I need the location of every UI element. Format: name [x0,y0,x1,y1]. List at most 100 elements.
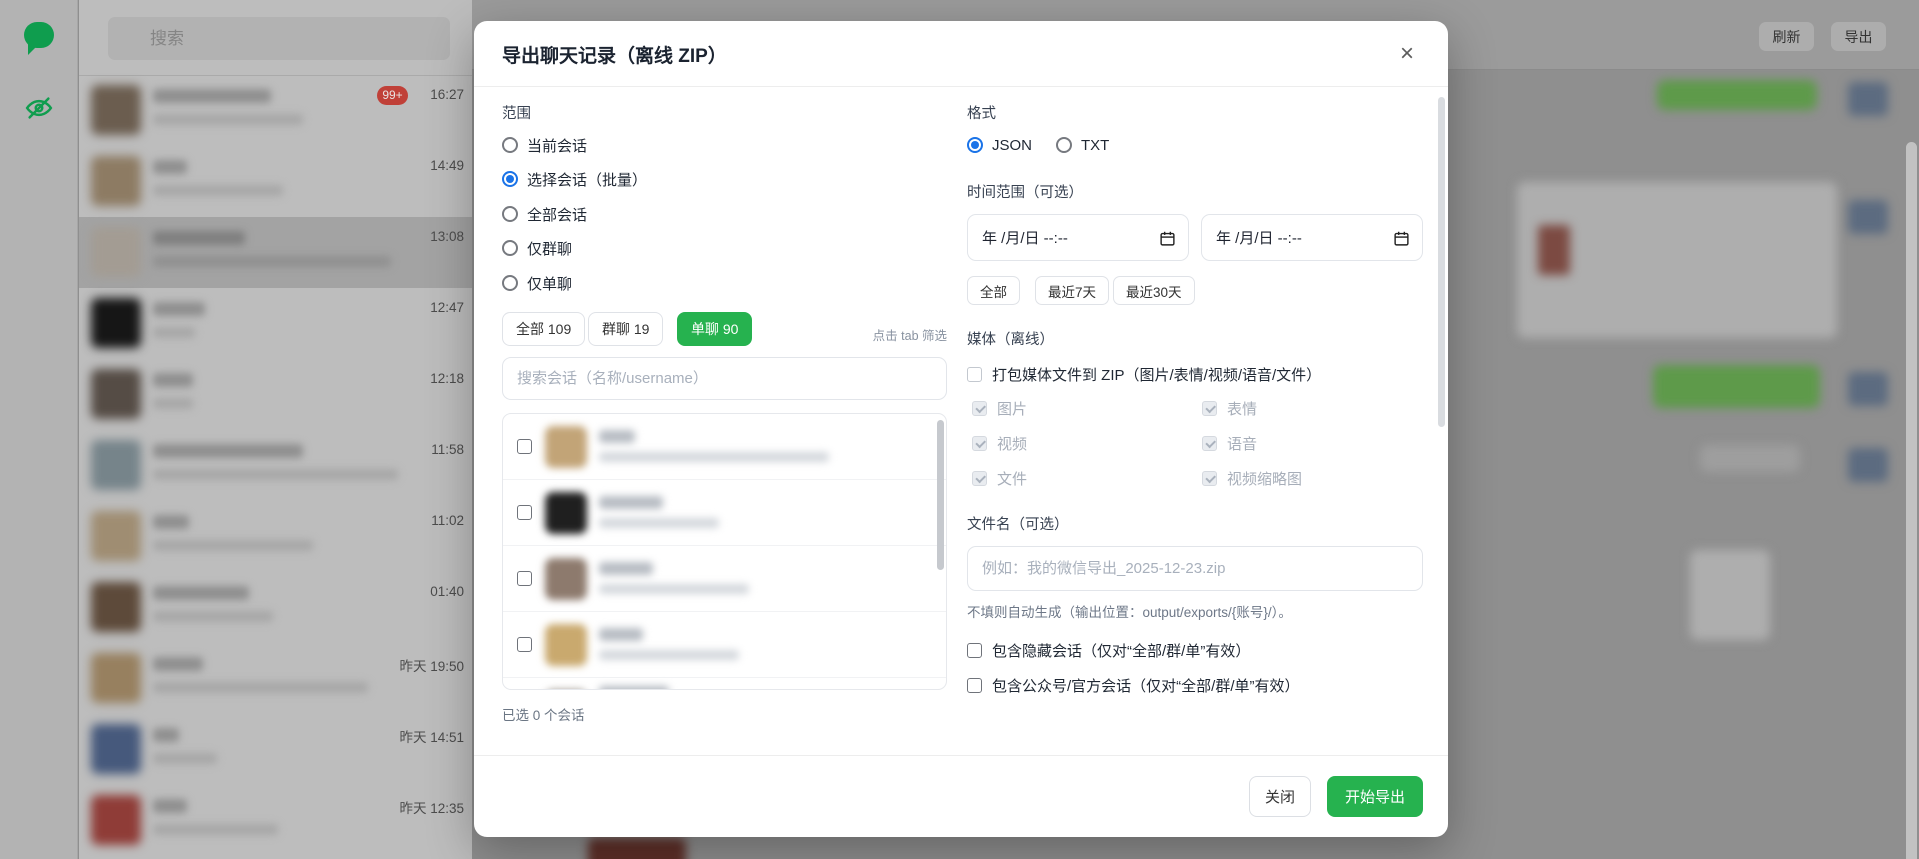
radio-singles-only[interactable]: 仅单聊 [502,272,572,294]
radio-current-conversation[interactable]: 当前会话 [502,134,587,156]
start-datetime-input[interactable]: 年 /月/日 --:-- [967,214,1189,261]
chat-list-item[interactable]: 14:49 [79,146,472,217]
preset-7days-button[interactable]: 最近7天 [1035,276,1109,305]
contact-name-blurred [153,444,303,458]
radio-label: TXT [1081,137,1109,154]
selected-count: 已选 0 个会话 [502,704,585,724]
contact-name-blurred [153,799,187,813]
pack-media-checkbox-row[interactable]: 打包媒体文件到 ZIP（图片/表情/视频/语音/文件） [967,364,1321,384]
contact-name-blurred [153,89,271,103]
preset-30days-button[interactable]: 最近30天 [1113,276,1195,305]
tab-filter-hint: 点击 tab 筛选 [873,325,947,344]
checkbox[interactable] [967,367,982,382]
chat-list-item-selected[interactable]: 13:08 [79,217,472,288]
media-type-stickers: 表情 [1202,398,1257,418]
checkbox[interactable] [517,571,532,586]
avatar-blurred [545,492,587,534]
chat-list-item[interactable]: 11:58 [79,430,472,501]
list-scrollbar[interactable] [937,420,944,570]
conversation-row[interactable] [503,546,946,612]
chat-bubble-icon[interactable] [24,22,54,52]
include-hidden-checkbox-row[interactable]: 包含隐藏会话（仅对“全部/群/单”有效） [967,640,1250,660]
radio-select-conversations[interactable]: 选择会话（批量） [502,168,647,190]
conversation-row[interactable] [503,678,946,690]
chat-time: 16:27 [430,87,464,102]
conversation-search-input[interactable] [502,357,947,400]
chat-time: 12:18 [430,371,464,386]
checkbox-disabled-checked [972,436,987,451]
message-preview-blurred [153,682,368,693]
thumbnail-blurred [1538,225,1570,275]
avatar [91,156,141,206]
tab-all[interactable]: 全部 109 [502,312,585,346]
radio-icon [1056,137,1072,153]
preset-all-button[interactable]: 全部 [967,276,1020,305]
start-export-button[interactable]: 开始导出 [1327,776,1423,817]
radio-format-txt[interactable]: TXT [1056,134,1109,156]
chat-list-item[interactable]: 12:18 [79,359,472,430]
name-blurred [599,430,635,443]
checkbox[interactable] [517,637,532,652]
datetime-placeholder: 年 /月/日 --:-- [982,227,1068,248]
chat-list-item[interactable]: 12:47 [79,288,472,359]
dialog-title: 导出聊天记录（离线 ZIP） [502,41,727,68]
include-official-checkbox-row[interactable]: 包含公众号/官方会话（仅对“全部/群/单”有效） [967,675,1300,695]
checkbox-label: 表情 [1227,398,1257,419]
checkbox[interactable] [517,505,532,520]
tab-groups[interactable]: 群聊 19 [588,312,663,346]
contact-name-blurred [153,657,203,671]
checkbox[interactable] [517,439,532,454]
eye-off-icon[interactable] [24,93,54,123]
radio-label: 全部会话 [527,204,587,225]
chat-list-item[interactable]: 昨天 19:50 [79,643,472,714]
refresh-button[interactable]: 刷新 [1759,22,1814,51]
checkbox-label: 图片 [997,398,1027,419]
radio-label: 仅单聊 [527,273,572,294]
dialog-header: 导出聊天记录（离线 ZIP） × [474,21,1448,87]
message-preview-blurred [153,185,283,196]
sent-message-bubble-blurred [1657,80,1817,110]
radio-groups-only[interactable]: 仅群聊 [502,237,572,259]
message-preview-blurred [153,540,313,551]
app-window: 99+ 16:27 14:49 13:08 12:47 12:18 [0,0,1919,859]
close-button[interactable]: 关闭 [1249,776,1311,817]
username-blurred [599,452,829,462]
calendar-icon[interactable] [1159,230,1176,247]
end-datetime-input[interactable]: 年 /月/日 --:-- [1201,214,1423,261]
chat-list-item[interactable]: 11:02 [79,501,472,572]
chat-list-item[interactable]: 01:40 [79,572,472,643]
message-preview-blurred [153,753,217,764]
radio-label: JSON [992,137,1032,154]
chat-time: 11:58 [431,442,464,457]
conversation-row[interactable] [503,414,946,480]
close-icon[interactable]: × [1390,37,1424,71]
radio-format-json[interactable]: JSON [967,134,1032,156]
username-blurred [599,518,719,528]
contact-name-blurred [153,728,179,742]
dialog-scrollbar[interactable] [1438,97,1445,427]
chat-list-item[interactable]: 昨天 12:35 [79,785,472,856]
chat-list-item[interactable]: 99+ 16:27 [79,75,472,146]
export-button[interactable]: 导出 [1831,22,1886,51]
checkbox[interactable] [967,643,982,658]
chat-list-panel: 99+ 16:27 14:49 13:08 12:47 12:18 [79,0,472,859]
chat-scrollbar[interactable] [1906,142,1917,859]
checkbox-label: 包含隐藏会话（仅对“全部/群/单”有效） [992,640,1250,661]
conversation-row[interactable] [503,612,946,678]
avatar-blurred [1848,372,1888,406]
conversation-row[interactable] [503,480,946,546]
filename-input[interactable] [967,546,1423,591]
radio-all-conversations[interactable]: 全部会话 [502,203,587,225]
name-blurred [599,496,663,509]
chat-search-input[interactable] [108,17,450,60]
conversation-list [502,413,947,690]
tab-singles[interactable]: 单聊 90 [677,312,752,346]
checkbox[interactable] [967,678,982,693]
avatar-blurred [1848,448,1888,482]
chat-list-item[interactable]: 昨天 14:51 [79,714,472,785]
avatar [91,582,141,632]
avatar [91,653,141,703]
options-column: 格式 JSON TXT 时间范围（可选） 年 /月/日 --:-- 年 /月/日… [967,87,1423,755]
left-icon-rail [0,0,78,859]
calendar-icon[interactable] [1393,230,1410,247]
